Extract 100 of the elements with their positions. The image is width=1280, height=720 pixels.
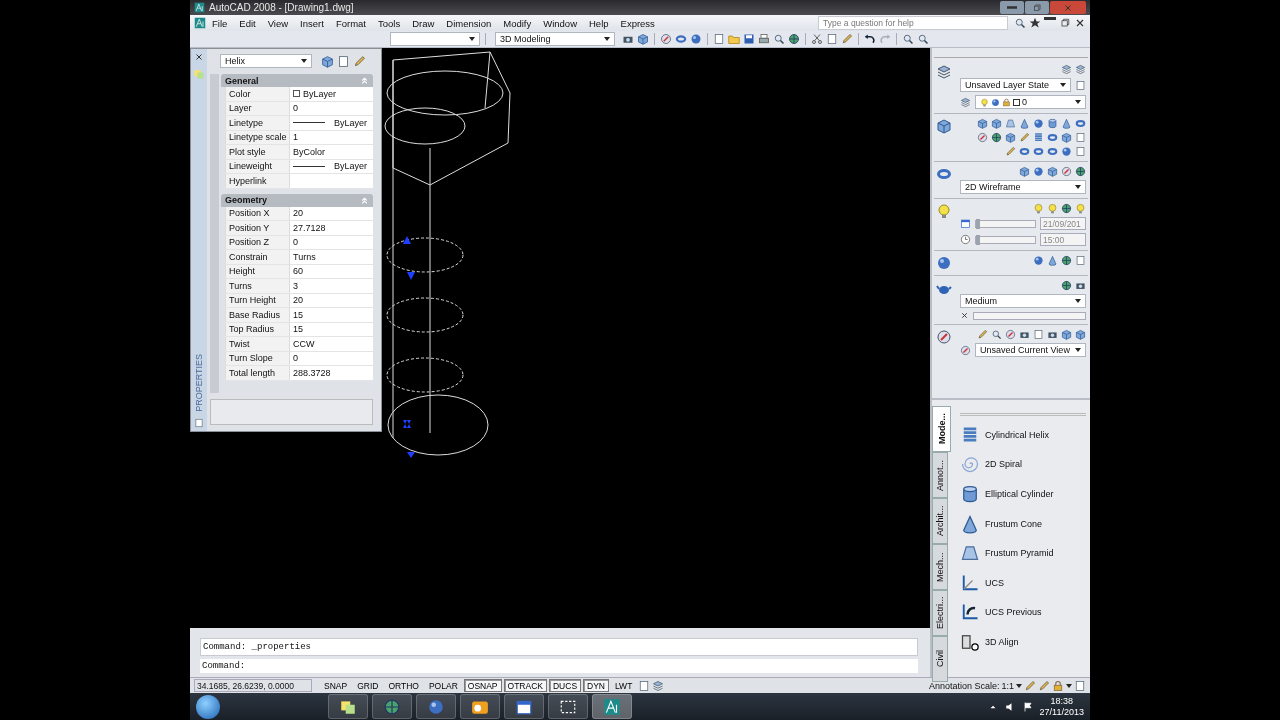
pencil-icon[interactable] [1038, 679, 1050, 692]
layers-icon[interactable] [960, 96, 971, 108]
status-toggle[interactable]: GRID [353, 679, 383, 692]
status-toggle[interactable]: DUCS [548, 679, 582, 692]
taskbar-button[interactable] [548, 694, 588, 719]
tool-item[interactable]: UCS [985, 577, 1004, 588]
section-header[interactable]: Geometry [221, 193, 373, 207]
page-icon[interactable] [1074, 679, 1086, 692]
torus-icon[interactable] [1033, 146, 1044, 157]
menu-item[interactable]: File [206, 17, 234, 29]
page-icon[interactable] [194, 418, 204, 428]
layers-icon[interactable] [1075, 64, 1086, 75]
cube-icon[interactable] [1075, 329, 1086, 340]
page-icon[interactable] [826, 33, 838, 45]
page-icon[interactable] [1075, 132, 1086, 143]
property-value[interactable]: 3 [289, 279, 373, 293]
cylinder-icon[interactable] [1047, 118, 1058, 129]
menu-item[interactable]: Window [537, 17, 583, 29]
camera-icon[interactable] [1075, 280, 1086, 291]
cone-icon[interactable] [1019, 118, 1030, 129]
menu-item[interactable]: Edit [233, 17, 262, 29]
filter-icon[interactable] [353, 54, 366, 68]
view-dropdown[interactable]: Unsaved Current View [975, 343, 1086, 357]
magnifier-icon[interactable] [773, 33, 785, 45]
cancel-icon[interactable] [960, 311, 969, 320]
cube-icon[interactable] [991, 118, 1002, 129]
globe-icon[interactable] [1075, 166, 1086, 177]
cube-icon[interactable] [637, 33, 649, 45]
status-toggle[interactable]: DYN [583, 679, 609, 692]
help-search-field[interactable]: Type a question for help [819, 18, 1007, 28]
property-value[interactable]: ByColor [289, 145, 373, 159]
layout-icon[interactable] [652, 679, 665, 692]
page-icon[interactable] [1033, 329, 1044, 340]
menu-item[interactable]: Modify [497, 17, 538, 29]
taskbar-button[interactable] [592, 694, 632, 719]
app-icon[interactable] [194, 17, 206, 29]
tool-item[interactable]: Frustum Cone [985, 518, 1043, 529]
page-icon[interactable] [1075, 146, 1086, 157]
layer-state-dropdown[interactable]: Unsaved Layer State [960, 78, 1071, 92]
render-preset-dropdown[interactable]: Medium [960, 294, 1086, 308]
compass-icon[interactable] [1005, 329, 1016, 340]
layers-icon[interactable] [1061, 64, 1072, 75]
status-toggle[interactable]: LWT [611, 679, 637, 692]
tool-item[interactable]: Frustum Pyramid [985, 548, 1054, 559]
time-slider[interactable] [975, 235, 1036, 244]
page-icon[interactable] [1075, 79, 1086, 91]
cube-icon[interactable] [1061, 132, 1072, 143]
cube-icon[interactable] [1047, 166, 1058, 177]
globe-icon[interactable] [788, 33, 800, 45]
start-button[interactable] [196, 694, 220, 719]
sphere-icon[interactable] [1061, 146, 1072, 157]
palette-tab[interactable]: Archit... [932, 498, 948, 544]
pencil-icon[interactable] [1024, 679, 1036, 692]
camera-icon[interactable] [1019, 329, 1030, 340]
globe-icon[interactable] [1061, 280, 1072, 291]
property-value-field[interactable] [289, 174, 373, 188]
globe-icon[interactable] [1061, 255, 1072, 266]
camera-icon[interactable] [1047, 329, 1058, 340]
compass-icon[interactable] [1061, 166, 1072, 177]
select-icon[interactable] [321, 54, 334, 68]
clock-time[interactable]: 18:38 [1050, 695, 1074, 707]
sphere-icon[interactable] [1033, 166, 1044, 177]
cube-icon[interactable] [1019, 166, 1030, 177]
printer-icon[interactable] [758, 33, 770, 45]
helix-icon[interactable] [1033, 132, 1044, 143]
menu-item[interactable]: Format [329, 17, 372, 29]
palette-tab[interactable]: Civil [932, 636, 948, 682]
page-icon[interactable] [713, 33, 725, 45]
object-type-dropdown[interactable]: Helix [220, 54, 312, 68]
section-header[interactable]: General [221, 74, 373, 87]
cube-icon[interactable] [1061, 329, 1072, 340]
tool-item[interactable]: Elliptical Cylinder [985, 489, 1054, 499]
zoom-icon[interactable] [917, 33, 929, 45]
property-value[interactable]: CCW [289, 337, 373, 351]
property-value[interactable]: 288.3728 [289, 366, 373, 380]
taskbar-button[interactable] [328, 694, 368, 719]
model-icon[interactable] [638, 679, 651, 692]
page-icon[interactable] [337, 54, 350, 68]
close-icon[interactable] [1074, 17, 1086, 29]
palette-tab[interactable]: Mode... [932, 406, 951, 452]
menu-item[interactable]: Draw [406, 17, 441, 29]
property-value[interactable]: 27.7128 [289, 221, 373, 235]
clock-date[interactable]: 27/11/2013 [1039, 706, 1084, 718]
tool-item[interactable]: 2D Spiral [985, 459, 1022, 470]
compass-icon[interactable] [660, 33, 672, 45]
torus-icon[interactable] [1019, 146, 1030, 157]
torus-icon[interactable] [1047, 132, 1058, 143]
tool-item[interactable]: Cylindrical Helix [985, 429, 1049, 440]
pencil-icon[interactable] [841, 33, 853, 45]
annotation-scale-dropdown[interactable]: 1:1 [1001, 680, 1022, 691]
menu-item[interactable]: Insert [294, 17, 330, 29]
slider-thumb[interactable] [976, 218, 980, 229]
page-icon[interactable] [1075, 255, 1086, 266]
torus-icon[interactable] [1075, 118, 1086, 129]
menu-item[interactable]: Help [583, 17, 615, 29]
pencil-icon[interactable] [1019, 132, 1030, 143]
workspace-dropdown[interactable]: 3D Modeling [495, 32, 615, 46]
globe-icon[interactable] [991, 132, 1002, 143]
torus-icon[interactable] [1047, 146, 1058, 157]
date-slider[interactable] [975, 219, 1036, 228]
